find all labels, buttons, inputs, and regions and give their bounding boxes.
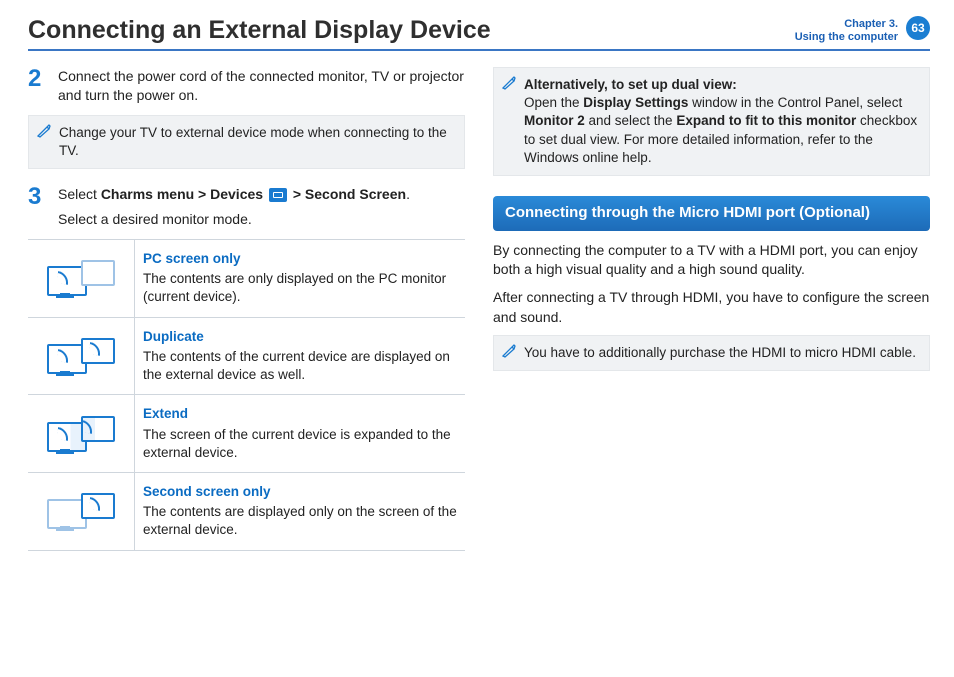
step-number: 3 (28, 185, 48, 229)
note-tv-mode: Change your TV to external device mode w… (28, 115, 465, 169)
step-3-line2: Select a desired monitor mode. (58, 211, 252, 227)
right-column: Alternatively, to set up dual view: Open… (493, 67, 930, 551)
note-icon (502, 76, 516, 90)
step-2-text: Connect the power cord of the connected … (58, 67, 465, 105)
mode-cell: PC screen only The contents are only dis… (135, 240, 466, 318)
step-2: 2 Connect the power cord of the connecte… (28, 67, 465, 105)
chapter-line2: Using the computer (795, 31, 898, 44)
devices-icon (269, 188, 287, 202)
section-heading-hdmi: Connecting through the Micro HDMI port (… (493, 196, 930, 231)
expand-checkbox-label: Expand to fit to this monitor (676, 113, 856, 128)
note-dual-view-title: Alternatively, to set up dual view: (524, 77, 737, 92)
mode-title: Duplicate (143, 328, 457, 346)
table-row: Duplicate The contents of the current de… (28, 317, 465, 395)
step-number: 2 (28, 67, 48, 105)
hdmi-paragraph-2: After connecting a TV through HDMI, you … (493, 288, 930, 327)
page-header: Connecting an External Display Device Ch… (28, 16, 930, 51)
mode-title: Second screen only (143, 483, 457, 501)
note-tv-mode-text: Change your TV to external device mode w… (59, 125, 447, 158)
monitor-2-label: Monitor 2 (524, 113, 585, 128)
page-number-badge: 63 (906, 16, 930, 40)
mode-cell: Extend The screen of the current device … (135, 395, 466, 473)
step-3-suffix: . (406, 186, 410, 202)
mode-desc: The contents of the current device are d… (143, 349, 450, 382)
note-icon (37, 124, 51, 138)
page-title: Connecting an External Display Device (28, 16, 795, 45)
note-hdmi-cable: You have to additionally purchase the HD… (493, 335, 930, 371)
mode-title: Extend (143, 405, 457, 423)
step-3-prefix: Select (58, 186, 101, 202)
mode-desc: The contents are displayed only on the s… (143, 504, 457, 537)
second-screen-label: > Second Screen (293, 186, 406, 202)
table-row: Second screen only The contents are disp… (28, 472, 465, 550)
mode-title: PC screen only (143, 250, 457, 268)
mode-icon-pc-only (28, 240, 135, 318)
note-dual-b: window in the Control Panel, select (688, 95, 902, 110)
note-hdmi-cable-text: You have to additionally purchase the HD… (524, 345, 916, 360)
hdmi-paragraph-1: By connecting the computer to a TV with … (493, 241, 930, 280)
mode-desc: The screen of the current device is expa… (143, 427, 451, 460)
mode-icon-extend (28, 395, 135, 473)
table-row: PC screen only The contents are only dis… (28, 240, 465, 318)
note-dual-view: Alternatively, to set up dual view: Open… (493, 67, 930, 176)
note-icon (502, 344, 516, 358)
mode-cell: Second screen only The contents are disp… (135, 472, 466, 550)
charms-devices-label: Charms menu > Devices (101, 186, 263, 202)
mode-cell: Duplicate The contents of the current de… (135, 317, 466, 395)
chapter-label: Chapter 3. Using the computer (795, 18, 898, 44)
mode-desc: The contents are only displayed on the P… (143, 271, 446, 304)
step-3: 3 Select Charms menu > Devices > Second … (28, 185, 465, 229)
step-3-body: Select Charms menu > Devices > Second Sc… (58, 185, 465, 229)
mode-icon-duplicate (28, 317, 135, 395)
display-settings-label: Display Settings (583, 95, 688, 110)
left-column: 2 Connect the power cord of the connecte… (28, 67, 465, 551)
mode-icon-second-only (28, 472, 135, 550)
monitor-modes-table: PC screen only The contents are only dis… (28, 239, 465, 551)
table-row: Extend The screen of the current device … (28, 395, 465, 473)
note-dual-a: Open the (524, 95, 583, 110)
note-dual-c: and select the (585, 113, 677, 128)
chapter-line1: Chapter 3. (795, 18, 898, 31)
